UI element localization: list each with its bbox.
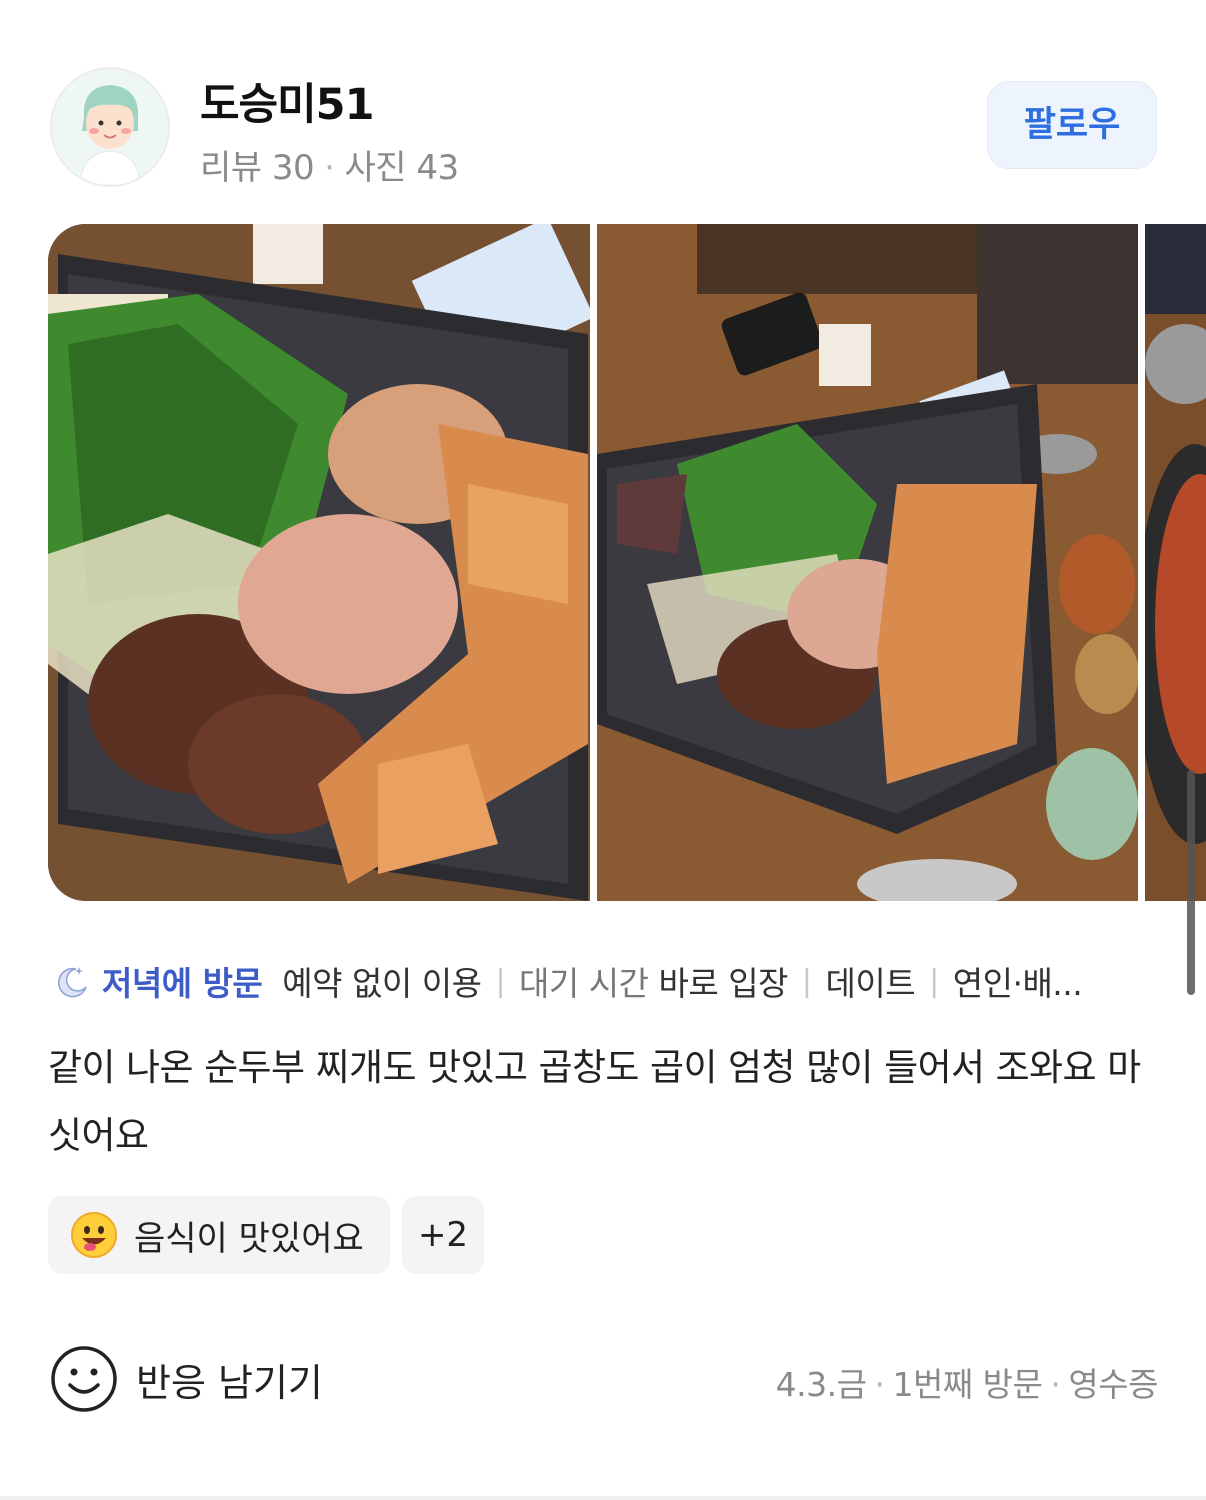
avatar[interactable] [50,67,170,187]
divider [0,1496,1206,1500]
visit-time-tag: 저녁에 방문 [102,964,263,1003]
user-stats: 리뷰 30 · 사진 43 [200,140,459,189]
divider: | [495,963,506,999]
divider: | [929,963,939,999]
review-text[interactable]: 같이 나온 순두부 찌개도 맛있고 곱창도 곱이 엄청 많이 들어서 조와요 마… [48,1034,1168,1170]
food-photo-icon [48,224,590,901]
separator-dot: · [1050,1365,1061,1404]
purpose-tag: 데이트 [825,964,916,1003]
receipt-badge[interactable]: 영수증 [1068,1365,1158,1404]
photo-count: 사진 43 [344,148,459,188]
separator-dot: · [874,1365,885,1404]
separator-dot: · [324,148,335,188]
avatar-icon [52,69,168,185]
visit-date: 4.3.금 [775,1365,867,1404]
divider: | [801,963,812,999]
keyword-chip-label: 음식이 맛있어요 [134,1218,364,1259]
moon-icon [57,967,87,998]
reservation-tag: 예약 없이 이용 [282,964,482,1003]
wait-time-key: 대기 시간 [519,964,649,1003]
visit-count: 1번째 방문 [892,1365,1043,1404]
review-photo-2[interactable] [597,224,1138,901]
smile-icon [51,1346,117,1412]
visit-info-row: 저녁에 방문 예약 없이 이용 | 대기 시간 바로 입장 | 데이트 | 연인·… [52,957,1083,1005]
visit-meta: 4.3.금 · 1번째 방문 · 영수증 [775,1358,1159,1406]
review-photo-1[interactable] [48,224,590,901]
more-keywords-chip[interactable]: +2 [402,1196,484,1274]
follow-button[interactable]: 팔로우 [987,81,1157,169]
user-name[interactable]: 도승미51 [200,70,375,132]
scrollbar[interactable] [1187,770,1195,995]
leave-reaction-button[interactable]: 반응 남기기 [50,1345,323,1413]
food-photo-icon [1145,224,1206,901]
review-photo-3[interactable] [1145,224,1206,901]
smiley-emoji-icon [71,1212,117,1258]
keyword-chip[interactable]: 음식이 맛있어요 [48,1196,390,1274]
reaction-label: 반응 남기기 [136,1360,323,1405]
review-count: 리뷰 30 [200,148,315,188]
wait-time-value: 바로 입장 [658,964,788,1003]
companion-tag[interactable]: 연인·배... [953,957,1083,1005]
food-photo-icon [597,224,1138,901]
